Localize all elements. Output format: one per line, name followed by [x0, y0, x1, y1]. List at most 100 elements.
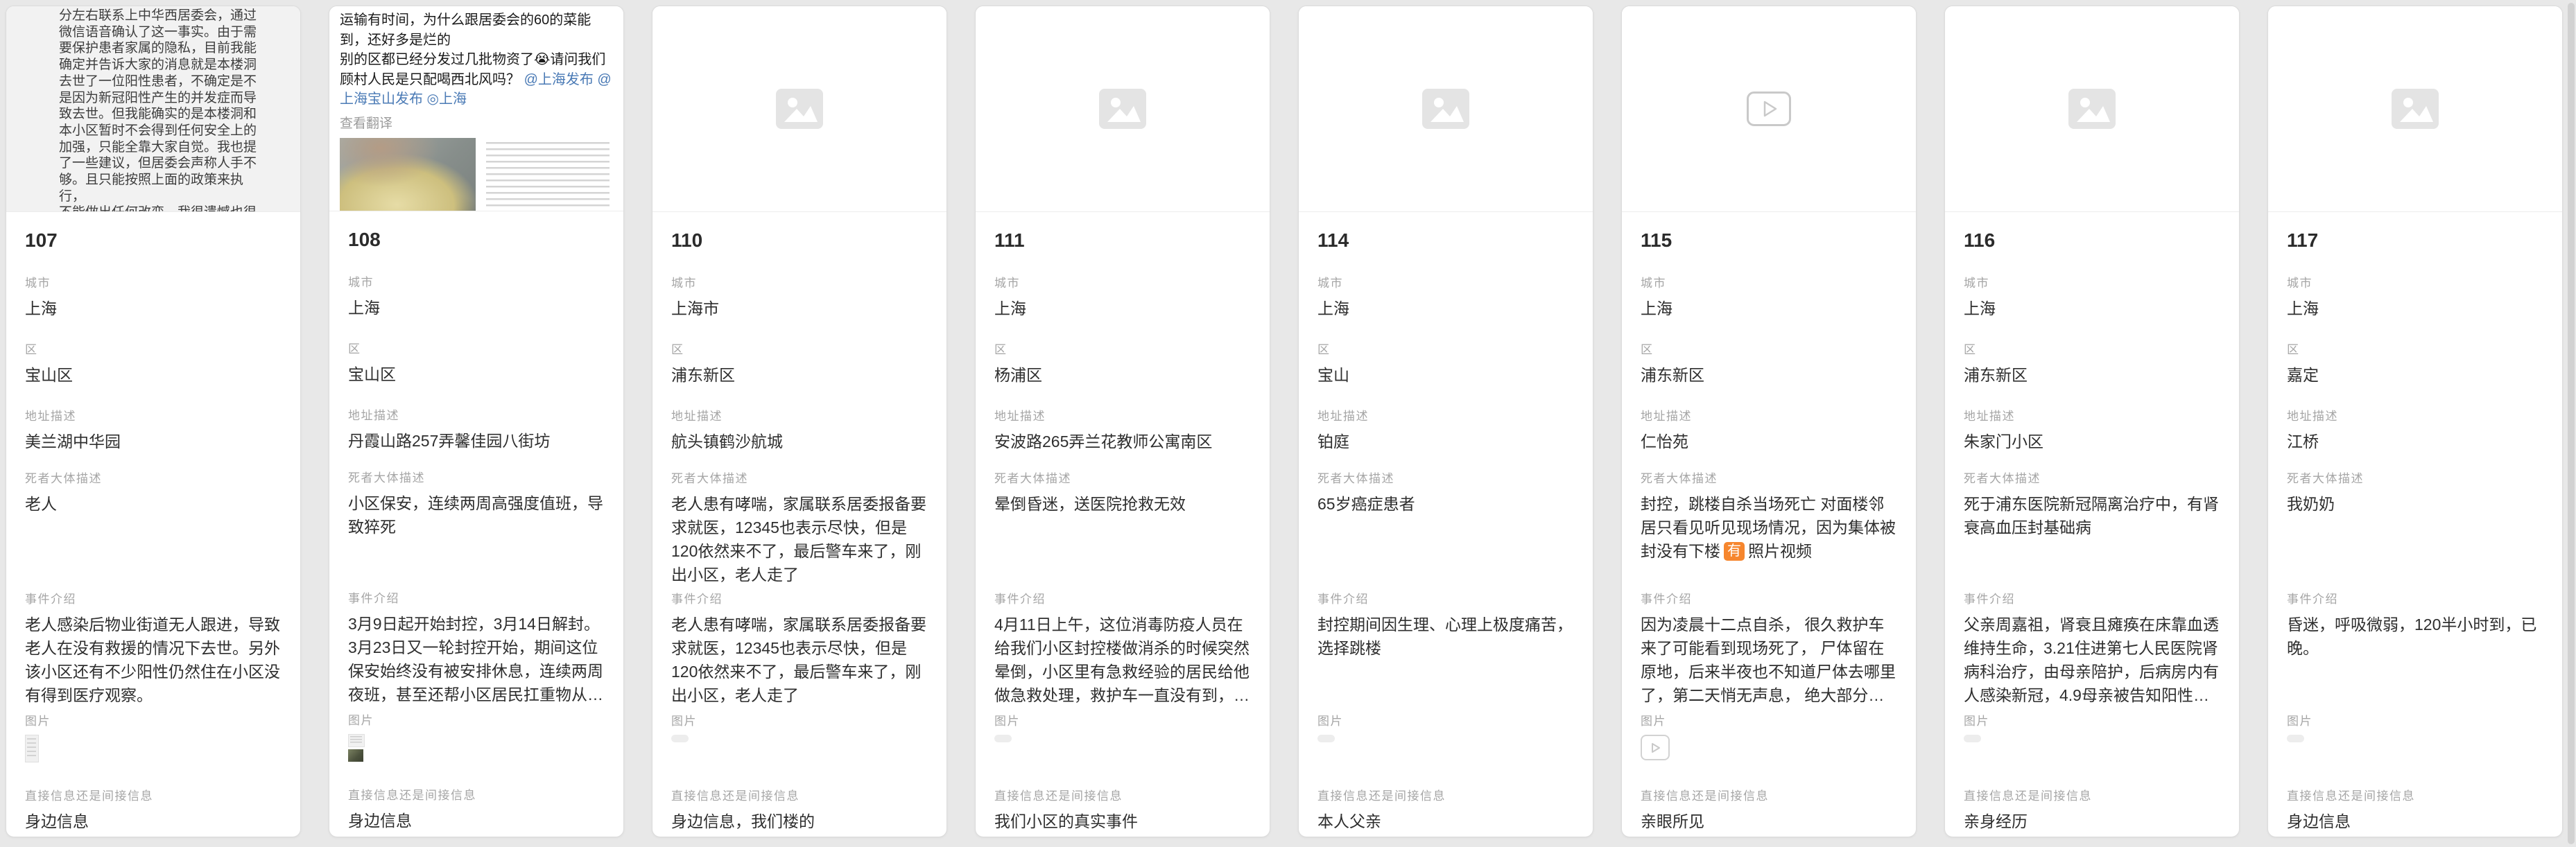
field-label-address: 地址描述	[1641, 409, 1897, 424]
field-value-address: 仁怡苑	[1641, 430, 1897, 453]
chat-screenshot-text: 分左右联系上中华西居委会，通过 微信语音确认了这一事实。由于需 要保护患者家属的…	[59, 8, 267, 212]
field-value-deceased: 封控，跳楼自杀当场死亡 对面楼邻居只看见听见现场情况，因为集体被封没有下楼有照片…	[1641, 492, 1897, 586]
field-value-city: 上海	[1641, 297, 1897, 320]
field-label-image: 图片	[25, 714, 282, 729]
photo-placeholder-icon	[776, 89, 823, 129]
attachment-thumbnail-loading	[671, 735, 689, 742]
field-label-deceased: 死者大体描述	[348, 471, 605, 486]
field-value-address: 丹霞山路257弄馨佳园八街坊	[348, 429, 605, 453]
vertical-scrollbar[interactable]	[2568, 3, 2575, 844]
field-label-image: 图片	[348, 713, 605, 728]
field-label-city: 城市	[1641, 276, 1897, 291]
gallery-card-row: 分左右联系上中华西居委会，通过 微信语音确认了这一事实。由于需 要保护患者家属的…	[6, 6, 2563, 837]
field-value-address: 航头镇鹤沙航城	[671, 430, 928, 453]
field-label-event: 事件介绍	[1964, 592, 2220, 607]
field-label-deceased: 死者大体描述	[2287, 471, 2543, 487]
record-card[interactable]: 116 城市 上海 区 浦东新区 地址描述 朱家门小区 死者大体描述 死于浦东医…	[1944, 6, 2240, 837]
field-value-deceased: 老人	[25, 492, 282, 586]
photo-placeholder-icon	[2392, 89, 2439, 129]
crying-emoji: 😭	[534, 52, 550, 67]
record-number: 116	[1964, 227, 2220, 254]
card-cover-empty	[1945, 6, 2239, 212]
record-card[interactable]: 110 城市 上海市 区 浦东新区 地址描述 航头镇鹤沙航城 死者大体描述 老人…	[652, 6, 947, 837]
field-value-direct: 身边信息，我们楼的	[671, 810, 928, 833]
field-label-event: 事件介绍	[1641, 592, 1897, 607]
field-value-city: 上海	[994, 297, 1251, 320]
field-label-city: 城市	[348, 275, 605, 290]
attachment-thumbnail-loading	[994, 735, 1012, 742]
field-value-address: 铂庭	[1317, 430, 1574, 453]
field-label-address: 地址描述	[1317, 409, 1574, 424]
field-label-image: 图片	[1641, 714, 1897, 729]
field-label-address: 地址描述	[348, 408, 605, 424]
field-label-image: 图片	[2287, 714, 2543, 729]
field-value-deceased: 老人患有哮喘，家属联系居委报备要求就医，12345也表示尽快，但是120依然来不…	[671, 492, 928, 586]
field-value-city: 上海	[1964, 297, 2220, 320]
photo-placeholder-icon	[1099, 89, 1146, 129]
field-label-direct: 直接信息还是间接信息	[671, 789, 928, 804]
field-value-event: 因为凌晨十二点自杀， 很久救护车来了可能看到现场死了， 尸体留在原地，后来半夜也…	[1641, 613, 1897, 708]
field-label-event: 事件介绍	[1317, 592, 1574, 607]
field-value-city: 上海市	[671, 297, 928, 320]
has-media-badge: 有	[1724, 542, 1745, 561]
field-label-deceased: 死者大体描述	[25, 471, 282, 487]
card-cover-empty	[976, 6, 1270, 212]
card-cover-weibo-screenshot[interactable]: 运输有时间，为什么跟居委会的60的菜能到，还好多是烂的 别的区都已经分发过几批物…	[329, 6, 623, 211]
field-label-district: 区	[348, 342, 605, 357]
field-label-district: 区	[1317, 342, 1574, 358]
record-card[interactable]: 115 城市 上海 区 浦东新区 地址描述 仁怡苑 死者大体描述 封控，跳楼自杀…	[1621, 6, 1917, 837]
attachment-thumbnail-loading	[1964, 735, 1981, 742]
field-label-district: 区	[2287, 342, 2543, 358]
field-label-event: 事件介绍	[994, 592, 1251, 607]
field-label-direct: 直接信息还是间接信息	[1964, 789, 2220, 804]
field-value-event: 老人感染后物业街道无人跟进，导致老人在没有救援的情况下去世。另外该小区还有不少阳…	[25, 613, 282, 708]
card-cover-video[interactable]	[1622, 6, 1916, 212]
record-card[interactable]: 117 城市 上海 区 嘉定 地址描述 江桥 死者大体描述 我奶奶 事件介绍 昏…	[2267, 6, 2563, 837]
weibo-translate-link[interactable]: 查看翻译	[340, 113, 615, 132]
field-label-deceased: 死者大体描述	[671, 471, 928, 487]
field-label-image: 图片	[671, 714, 928, 729]
cabbage-sink-photo[interactable]	[340, 138, 476, 212]
record-number: 115	[1641, 227, 1897, 254]
record-card[interactable]: 111 城市 上海 区 杨浦区 地址描述 安波路265弄兰花教师公寓南区 死者大…	[975, 6, 1270, 837]
field-value-direct: 身边信息	[348, 809, 605, 832]
field-label-deceased: 死者大体描述	[1317, 471, 1574, 487]
record-card[interactable]: 运输有时间，为什么跟居委会的60的菜能到，还好多是烂的 别的区都已经分发过几批物…	[329, 6, 624, 837]
article-text-screenshot[interactable]	[481, 138, 615, 212]
field-value-direct: 身边信息	[2287, 810, 2543, 833]
field-label-event: 事件介绍	[2287, 592, 2543, 607]
record-number: 117	[2287, 227, 2543, 254]
record-number: 108	[348, 227, 605, 253]
record-number: 110	[671, 227, 928, 254]
field-label-address: 地址描述	[25, 409, 282, 424]
field-value-direct: 我们小区的真实事件	[994, 810, 1251, 833]
play-icon	[1648, 741, 1662, 755]
field-value-deceased: 65岁癌症患者	[1317, 492, 1574, 586]
record-number: 114	[1317, 227, 1574, 254]
attachment-thumbnails[interactable]	[348, 734, 605, 762]
field-label-address: 地址描述	[994, 409, 1251, 424]
attachment-thumbnail-loading	[1317, 735, 1335, 742]
attachment-thumbnail-text[interactable]	[348, 734, 365, 747]
card-cover-chat-screenshot[interactable]: 分左右联系上中华西居委会，通过 微信语音确认了这一事实。由于需 要保护患者家属的…	[6, 6, 300, 212]
attachment-thumbnail-loading	[2287, 735, 2304, 742]
field-value-direct: 本人父亲	[1317, 810, 1574, 833]
card-cover-empty	[652, 6, 946, 212]
record-card[interactable]: 分左右联系上中华西居委会，通过 微信语音确认了这一事实。由于需 要保护患者家属的…	[6, 6, 301, 837]
attachment-thumbnail-video[interactable]	[1641, 735, 1670, 760]
field-label-district: 区	[1641, 342, 1897, 358]
field-label-deceased: 死者大体描述	[1641, 471, 1897, 487]
field-label-city: 城市	[2287, 276, 2543, 291]
attachment-thumbnail-screenshot[interactable]	[25, 735, 39, 762]
field-label-image: 图片	[1964, 714, 2220, 729]
field-label-direct: 直接信息还是间接信息	[994, 789, 1251, 804]
attachment-thumbnail-photo[interactable]	[348, 749, 363, 762]
field-label-address: 地址描述	[671, 409, 928, 424]
field-label-event: 事件介绍	[25, 592, 282, 607]
field-label-address: 地址描述	[2287, 409, 2543, 424]
field-label-event: 事件介绍	[348, 591, 605, 606]
field-label-deceased: 死者大体描述	[1964, 471, 2220, 487]
field-value-address: 美兰湖中华园	[25, 430, 282, 453]
gallery-page: { "field_labels": { "city": "城市", "distr…	[0, 0, 2576, 847]
record-card[interactable]: 114 城市 上海 区 宝山 地址描述 铂庭 死者大体描述 65岁癌症患者 事件…	[1298, 6, 1593, 837]
